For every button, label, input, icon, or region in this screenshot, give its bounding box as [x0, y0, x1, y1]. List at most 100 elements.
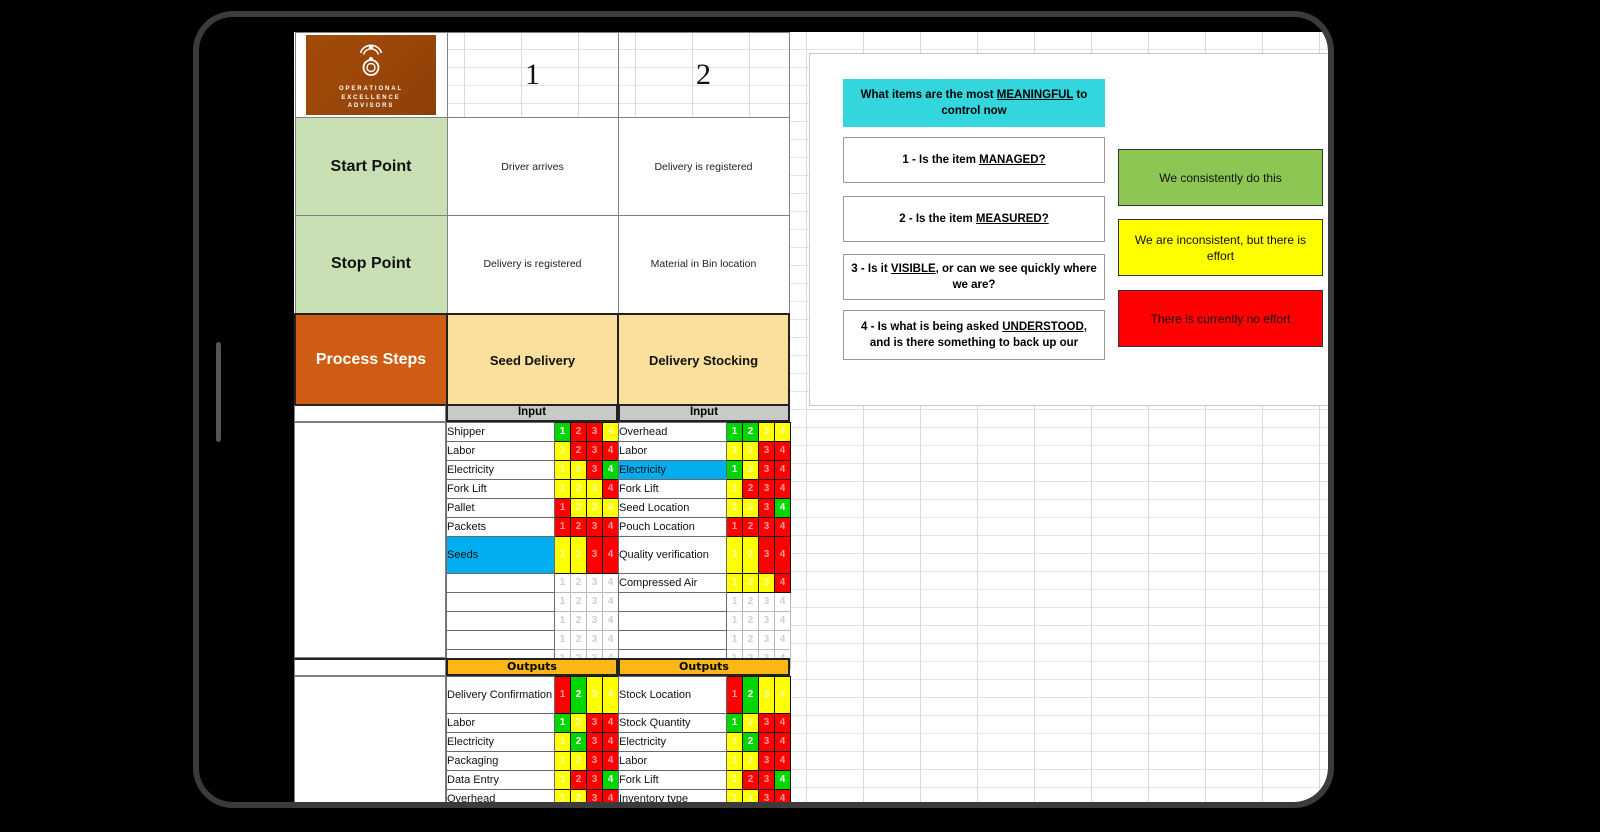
score-cell-1[interactable]: 1 — [554, 713, 571, 733]
item-name[interactable]: Labor — [618, 441, 727, 461]
score-cell-3[interactable]: 3 — [758, 460, 775, 480]
score-cell-2[interactable]: 2 — [742, 422, 759, 442]
score-cell-3[interactable]: 3 — [758, 441, 775, 461]
item-name[interactable]: Seeds — [446, 536, 555, 574]
score-cell-4[interactable]: 4 — [602, 732, 619, 752]
score-cell-4[interactable]: 4 — [602, 770, 619, 790]
score-cell-1[interactable]: 1 — [726, 611, 743, 631]
item-name[interactable]: Electricity — [618, 460, 727, 480]
table-row[interactable]: Delivery Confirmation 1 2 3 4 — [446, 676, 619, 714]
item-name[interactable]: Packets — [446, 517, 555, 537]
score-cell-4[interactable]: 4 — [774, 732, 791, 752]
score-cell-1[interactable]: 1 — [726, 441, 743, 461]
item-name[interactable]: Labor — [446, 713, 555, 733]
item-name[interactable]: Stock Location — [618, 676, 727, 714]
score-cell-1[interactable]: 1 — [554, 630, 571, 650]
item-name[interactable] — [446, 611, 555, 631]
table-row[interactable]: Packets 1 2 3 4 — [446, 517, 619, 537]
score-cell-2[interactable]: 2 — [742, 517, 759, 537]
score-cell-4[interactable]: 4 — [774, 517, 791, 537]
score-cell-1[interactable]: 1 — [554, 479, 571, 499]
score-cell-1[interactable]: 1 — [554, 732, 571, 752]
score-cell-1[interactable]: 1 — [726, 517, 743, 537]
score-cell-3[interactable]: 3 — [758, 770, 775, 790]
score-cell-1[interactable]: 1 — [726, 422, 743, 442]
score-cell-4[interactable]: 4 — [774, 676, 791, 714]
score-cell-2[interactable]: 2 — [742, 479, 759, 499]
score-cell-4[interactable]: 4 — [602, 422, 619, 442]
score-cell-3[interactable]: 3 — [586, 441, 603, 461]
item-name[interactable]: Electricity — [618, 732, 727, 752]
item-name[interactable]: Fork Lift — [618, 770, 727, 790]
score-cell-2[interactable]: 2 — [570, 676, 587, 714]
stop-point-col2[interactable]: Material in Bin location — [617, 215, 790, 314]
score-cell-4[interactable]: 4 — [602, 479, 619, 499]
table-row[interactable]: 1234 — [446, 611, 619, 631]
table-row[interactable]: 1234 — [618, 592, 791, 612]
score-cell-1[interactable]: 1 — [726, 592, 743, 612]
score-cell-2[interactable]: 2 — [742, 713, 759, 733]
score-cell-4[interactable]: 4 — [602, 517, 619, 537]
score-cell-2[interactable]: 2 — [570, 479, 587, 499]
score-cell-4[interactable]: 4 — [602, 592, 619, 612]
table-row[interactable]: Fork Lift 1 2 3 4 — [618, 770, 791, 790]
score-cell-4[interactable]: 4 — [774, 789, 791, 802]
item-name[interactable]: Pallet — [446, 498, 555, 518]
score-cell-3[interactable]: 3 — [586, 732, 603, 752]
score-cell-4[interactable]: 4 — [602, 573, 619, 593]
score-cell-3[interactable]: 3 — [758, 573, 775, 593]
score-cell-4[interactable]: 4 — [774, 592, 791, 612]
table-row[interactable]: 1234 — [618, 630, 791, 650]
table-row[interactable]: Labor 1 2 3 4 — [618, 751, 791, 771]
table-row[interactable]: Quality verification 1 2 3 4 — [618, 536, 791, 574]
score-cell-3[interactable]: 3 — [758, 732, 775, 752]
item-name[interactable]: Fork Lift — [618, 479, 727, 499]
score-cell-1[interactable]: 1 — [726, 479, 743, 499]
item-name[interactable] — [618, 630, 727, 650]
score-cell-2[interactable]: 2 — [742, 460, 759, 480]
score-cell-4[interactable]: 4 — [774, 422, 791, 442]
score-cell-4[interactable]: 4 — [774, 573, 791, 593]
score-cell-4[interactable]: 4 — [774, 479, 791, 499]
score-cell-1[interactable]: 1 — [554, 611, 571, 631]
score-cell-4[interactable]: 4 — [602, 460, 619, 480]
score-cell-2[interactable]: 2 — [742, 732, 759, 752]
score-cell-1[interactable]: 1 — [554, 592, 571, 612]
score-cell-4[interactable]: 4 — [774, 713, 791, 733]
score-cell-2[interactable]: 2 — [570, 498, 587, 518]
item-name[interactable]: Electricity — [446, 732, 555, 752]
score-cell-2[interactable]: 2 — [742, 611, 759, 631]
score-cell-3[interactable]: 3 — [758, 713, 775, 733]
score-cell-4[interactable]: 4 — [774, 611, 791, 631]
score-cell-3[interactable]: 3 — [758, 592, 775, 612]
score-cell-2[interactable]: 2 — [742, 751, 759, 771]
table-row[interactable]: Pouch Location 1 2 3 4 — [618, 517, 791, 537]
table-row[interactable]: Labor 1 2 3 4 — [446, 713, 619, 733]
start-point-col2[interactable]: Delivery is registered — [617, 117, 790, 216]
score-cell-2[interactable]: 2 — [742, 630, 759, 650]
score-cell-1[interactable]: 1 — [554, 770, 571, 790]
item-name[interactable] — [446, 630, 555, 650]
score-cell-4[interactable]: 4 — [602, 676, 619, 714]
score-cell-3[interactable]: 3 — [586, 517, 603, 537]
item-name[interactable]: Seed Location — [618, 498, 727, 518]
table-row[interactable]: Electricity 1 2 3 4 — [618, 460, 791, 480]
score-cell-3[interactable]: 3 — [586, 479, 603, 499]
spreadsheet-viewport[interactable]: OPERATIONAL EXCELLENCE ADVISORS 1 2 Star… — [294, 32, 1328, 802]
score-cell-1[interactable]: 1 — [726, 713, 743, 733]
table-row[interactable]: Electricity 1 2 3 4 — [618, 732, 791, 752]
score-cell-2[interactable]: 2 — [570, 517, 587, 537]
score-cell-3[interactable]: 3 — [758, 611, 775, 631]
table-row[interactable]: Stock Location 1 2 3 4 — [618, 676, 791, 714]
score-cell-3[interactable]: 3 — [758, 789, 775, 802]
table-row[interactable]: Electricity 1 2 3 4 — [446, 460, 619, 480]
score-cell-2[interactable]: 2 — [742, 441, 759, 461]
item-name[interactable]: Shipper — [446, 422, 555, 442]
score-cell-2[interactable]: 2 — [570, 751, 587, 771]
score-cell-1[interactable]: 1 — [726, 630, 743, 650]
score-cell-3[interactable]: 3 — [758, 479, 775, 499]
item-name[interactable] — [446, 573, 555, 593]
item-name[interactable]: Quality verification — [618, 536, 727, 574]
score-cell-4[interactable]: 4 — [602, 498, 619, 518]
score-cell-4[interactable]: 4 — [774, 498, 791, 518]
